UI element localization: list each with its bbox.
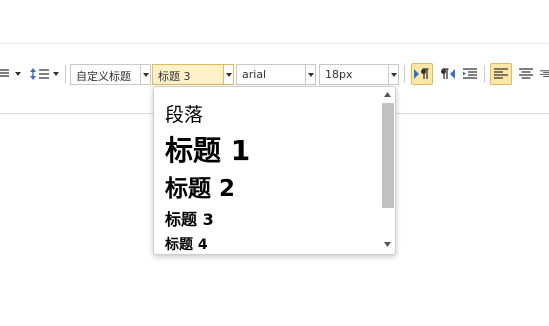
dropdown-scrollbar[interactable] bbox=[379, 87, 395, 254]
toolbar-separator bbox=[404, 65, 405, 83]
font-family-select-value: arial bbox=[242, 68, 267, 81]
rtl-direction-icon[interactable] bbox=[437, 62, 457, 86]
ltr-direction-icon bbox=[414, 68, 429, 79]
paragraph-format-select[interactable]: 标题 3 bbox=[152, 64, 234, 85]
chevron-down-icon[interactable] bbox=[223, 65, 233, 84]
font-family-select[interactable]: arial bbox=[236, 64, 316, 85]
dropdown-option-heading-2[interactable]: 标题 2 bbox=[165, 169, 235, 203]
dropdown-option-heading-3[interactable]: 标题 3 bbox=[165, 206, 214, 230]
paragraph-format-select-value: 标题 3 bbox=[158, 70, 191, 83]
scroll-up-arrow-icon[interactable] bbox=[384, 92, 391, 97]
scroll-down-arrow-icon[interactable] bbox=[384, 242, 391, 247]
toolbar-row: 自定义标题 标题 3 arial 18px bbox=[0, 62, 549, 86]
line-height-icon[interactable] bbox=[29, 62, 51, 86]
editor-top-strip bbox=[0, 0, 549, 44]
align-right-icon[interactable] bbox=[540, 62, 549, 86]
custom-title-select[interactable]: 自定义标题 bbox=[70, 64, 151, 85]
align-left-button[interactable] bbox=[490, 63, 512, 85]
row-spacing-dropdown-arrow-icon[interactable] bbox=[13, 62, 23, 86]
chevron-down-icon[interactable] bbox=[388, 65, 398, 84]
font-size-select-value: 18px bbox=[325, 68, 353, 81]
indent-icon[interactable] bbox=[460, 62, 480, 86]
line-height-dropdown-arrow-icon[interactable] bbox=[51, 62, 61, 86]
row-spacing-icon[interactable] bbox=[0, 62, 12, 86]
scrollbar-thumb[interactable] bbox=[382, 103, 394, 208]
chevron-down-icon[interactable] bbox=[305, 65, 315, 84]
dropdown-option-heading-1[interactable]: 标题 1 bbox=[165, 129, 250, 169]
chevron-down-icon[interactable] bbox=[140, 65, 150, 84]
ltr-direction-button[interactable] bbox=[411, 63, 433, 85]
dropdown-option-paragraph[interactable]: 段落 bbox=[165, 100, 203, 127]
toolbar-separator bbox=[484, 65, 485, 83]
align-left-icon bbox=[494, 68, 508, 79]
paragraph-format-dropdown: 段落 标题 1 标题 2 标题 3 标题 4 bbox=[153, 86, 396, 255]
toolbar-separator bbox=[65, 65, 66, 83]
align-center-icon[interactable] bbox=[516, 62, 536, 86]
custom-title-select-value: 自定义标题 bbox=[76, 70, 131, 83]
dropdown-option-heading-4[interactable]: 标题 4 bbox=[165, 234, 208, 254]
font-size-select[interactable]: 18px bbox=[319, 64, 399, 85]
